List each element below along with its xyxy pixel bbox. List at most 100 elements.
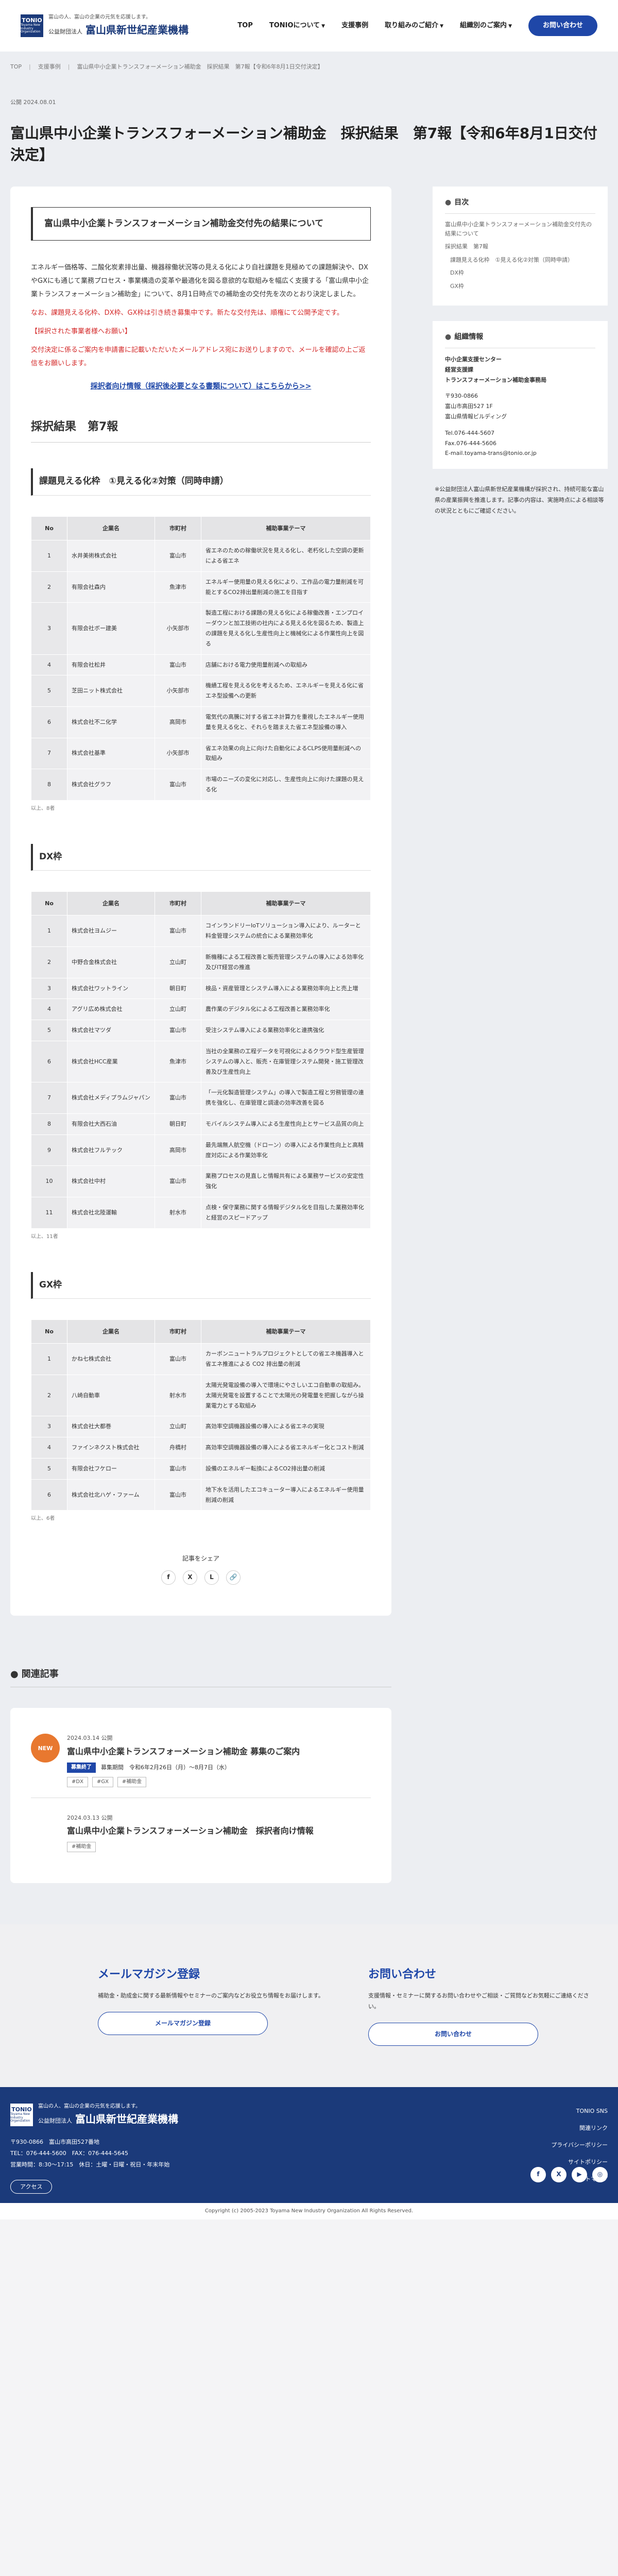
row-theme: 高効率空調機器設備の導入による省エネルギー化とコスト削減	[201, 1437, 371, 1459]
table-row: 7 株式会社基準 小矢部市 省エネ効果の向上に向けた自動化によるCLPS使用量削減への…	[31, 737, 371, 770]
row-no: 10	[31, 1165, 67, 1198]
col-company: 企業名	[67, 516, 155, 541]
logo-org-name: 富山県新世紀産業機構	[85, 24, 188, 36]
related-date: 2024.03.14 公開	[67, 1735, 113, 1742]
row-no: 2	[31, 1374, 67, 1417]
newsletter-button[interactable]: メールマガジン登録	[98, 2011, 268, 2035]
table-row: 3 有限会社ボー建美 小矢部市 製造工程における課題の見える化による稼働改善・エンプロ…	[31, 602, 371, 655]
tag[interactable]: #DX	[67, 1776, 88, 1787]
copyright: Copyright (c) 2005-2023 Toyama New Indus…	[0, 2202, 618, 2219]
toc-item[interactable]: 課題見える化枠 ①見える化②対策（同時申請）	[445, 256, 595, 265]
row-no: 5	[31, 675, 67, 707]
breadcrumb-cases[interactable]: 支援事例	[38, 62, 61, 72]
footer-link-privacy[interactable]: プライバシーポリシー	[551, 2137, 608, 2154]
breadcrumb-separator: |	[67, 63, 70, 71]
site-logo[interactable]: TONIO Toyama New Industry Organization 富…	[21, 13, 188, 38]
main-nav: TOP TONIOについて ▼ 支援事例 取り組みのご紹介 ▼ 組織別のご案内 ▼ お…	[237, 15, 597, 37]
org-fax: Fax.076-444-5606	[445, 439, 496, 447]
col-city: 市町村	[154, 891, 201, 916]
row-city: 高岡市	[154, 706, 201, 738]
tag[interactable]: #補助金	[117, 1776, 147, 1787]
tag[interactable]: #補助金	[67, 1841, 96, 1852]
row-company: 株式会社大都巻	[67, 1416, 155, 1438]
line-icon[interactable]: L	[204, 1570, 219, 1585]
contact-button[interactable]: お問い合わせ	[528, 15, 597, 37]
col-no: No	[31, 891, 67, 916]
facebook-icon[interactable]: f	[161, 1570, 176, 1585]
toc-item[interactable]: DX枠	[445, 268, 595, 278]
main-content: 富山県中小企業トランスフォーメーション補助金交付先の結果について エネルギー価格…	[0, 186, 618, 1647]
footer-link-related[interactable]: 関連リンク	[551, 2120, 608, 2137]
row-city: 富山市	[154, 769, 201, 801]
toc-item[interactable]: 採択結果 第7報	[445, 242, 595, 251]
lead-heading: 富山県中小企業トランスフォーメーション補助金交付先の結果について	[31, 207, 371, 241]
nav-initiatives-label: 取り組みのご紹介	[385, 21, 439, 29]
row-city: 小矢部市	[154, 602, 201, 655]
table-row: 5 芝田ニット株式会社 小矢部市 機績工程を見える化を考えるため、エネルギーを見える化…	[31, 675, 371, 707]
row-theme: 省エネのための稼働状況を見える化し、老朽化した空調の更新による省エネ	[201, 540, 371, 572]
section-count-note: 以上、8者	[31, 805, 55, 811]
row-company: 株式会社グラフ	[67, 769, 155, 801]
table-row: 10 株式会社中村 富山市 業務プロセスの見直しと情報共有による業務サービスの安定性強…	[31, 1165, 371, 1198]
page-title: 富山県中小企業トランスフォーメーション補助金 採択結果 第7報【令和6年8月1日…	[10, 124, 597, 163]
nav-cases[interactable]: 支援事例	[341, 21, 368, 31]
table-row: 11 株式会社北陸運輸 射水市 点検・保守業務に関する情報デジタル化を目指した業務効率…	[31, 1197, 371, 1229]
contact-title: お問い合わせ	[368, 1968, 437, 1981]
toc-item[interactable]: 富山県中小企業トランスフォーメーション補助金交付先の結果について	[445, 220, 595, 238]
row-theme: 農作業のデジタル化による工程改善と業務効率化	[201, 998, 371, 1021]
org-email[interactable]: E-mail.toyama-trans@tonio.or.jp	[445, 448, 595, 459]
row-company: 芝田ニット株式会社	[67, 675, 155, 707]
x-icon[interactable]: X	[551, 2166, 566, 2182]
breadcrumb-current: 富山県中小企業トランスフォーメーション補助金 採択結果 第7報【令和6年8月1日…	[77, 63, 323, 71]
access-button[interactable]: アクセス	[10, 2179, 53, 2194]
row-no: 4	[31, 654, 67, 676]
tag[interactable]: #GX	[92, 1776, 113, 1787]
col-theme: 補助事業テーマ	[201, 516, 371, 541]
nav-top[interactable]: TOP	[237, 21, 252, 31]
row-city: 富山市	[154, 915, 201, 947]
row-company: 株式会社北ハゲ・ファーム	[67, 1479, 155, 1511]
row-city: 朝日町	[154, 977, 201, 999]
table-row: 3 株式会社ワットライン 朝日町 検品・資産管理とシステム導入による業務効率向上と売上…	[31, 977, 371, 999]
adopted-info-link[interactable]: 採択者向け情報（採択後必要となる書類について）はこちらから>>	[31, 381, 371, 392]
nav-initiatives[interactable]: 取り組みのご紹介 ▼	[385, 21, 443, 31]
x-icon[interactable]: X	[183, 1570, 197, 1585]
row-company: 有限会社ボー建美	[67, 602, 155, 655]
related-title: ● 関連記事	[10, 1667, 391, 1688]
youtube-icon[interactable]: ▶	[572, 2166, 587, 2182]
tag-list: #補助金	[67, 1841, 314, 1852]
col-company: 企業名	[67, 1319, 155, 1344]
facebook-icon[interactable]: f	[530, 2166, 546, 2182]
toc-box: ● 目次 富山県中小企業トランスフォーメーション補助金交付先の結果について 採択結…	[433, 186, 608, 306]
table-row: 4 アグリ広め株式会社 立山町 農作業のデジタル化による工程改善と業務効率化	[31, 998, 371, 1021]
breadcrumb-top[interactable]: TOP	[10, 62, 22, 72]
row-city: 射水市	[154, 1374, 201, 1417]
org-dept: 中小企業支援センター	[445, 355, 502, 363]
row-company: 有限会社松井	[67, 654, 155, 676]
instagram-icon[interactable]: ◎	[592, 2166, 608, 2182]
footer-logo[interactable]: TONIO Toyama New Industry Organization 富…	[10, 2103, 178, 2127]
toc-title-text: 目次	[454, 198, 469, 207]
nav-departments[interactable]: 組織別のご案内 ▼	[460, 21, 512, 31]
section-count-note: 以上、11者	[31, 1233, 58, 1240]
row-company: 水井美術株式会社	[67, 540, 155, 572]
publish-date: 公開 2024.08.01	[10, 99, 56, 106]
chevron-down-icon: ▼	[440, 23, 444, 29]
footer-link-sns[interactable]: TONIO SNS	[551, 2103, 608, 2120]
gx-table: No 企業名 市町村 補助事業テーマ 1 かね七株式会社 富山市 カーボンニュートラル…	[31, 1319, 371, 1511]
contact-cta-button[interactable]: お問い合わせ	[368, 2022, 538, 2046]
table-row: 9 株式会社フルテック 高岡市 最先端無人航空機（ドローン）の導入による作業性向上と高…	[31, 1134, 371, 1166]
row-company: 株式会社ヨムジー	[67, 915, 155, 947]
related-item[interactable]: NEW 2024.03.14 公開 富山県中小企業トランスフォーメーション補助金…	[31, 1728, 371, 1798]
row-theme: 業務プロセスの見直しと情報共有による業務サービスの安定性強化	[201, 1165, 371, 1198]
nav-about[interactable]: TONIOについて ▼	[269, 21, 325, 31]
row-city: 富山市	[154, 1165, 201, 1198]
link-icon[interactable]: 🔗	[226, 1570, 241, 1585]
related-item[interactable]: 2024.03.13 公開 富山県中小企業トランスフォーメーション補助金 採択者…	[31, 1808, 371, 1862]
nav-about-label: TONIOについて	[269, 21, 320, 29]
row-no: 7	[31, 1082, 67, 1114]
section-gx-heading: GX枠	[31, 1272, 371, 1299]
table-row: 8 株式会社グラフ 富山市 市場のニーズの変化に対応し、生産性向上に向けた課題の見える…	[31, 769, 371, 801]
related-date: 2024.03.13 公開	[67, 1814, 113, 1821]
toc-item[interactable]: GX枠	[445, 282, 595, 291]
